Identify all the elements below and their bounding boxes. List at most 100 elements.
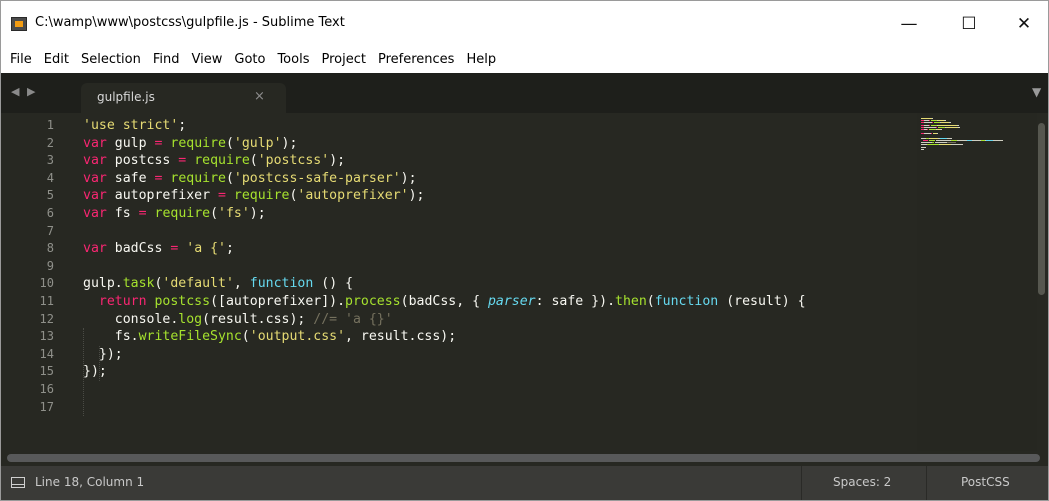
minimap-segment: [950, 144, 964, 146]
code-token: (result.css);: [202, 311, 314, 327]
code-token: ([autoprefixer]).: [210, 293, 346, 309]
code-token: 'gulp': [233, 135, 282, 151]
code-token: var: [83, 153, 107, 169]
code-token: });: [83, 364, 107, 380]
sublime-text-app-icon: [11, 17, 27, 31]
code-token: 'default': [162, 276, 234, 292]
minimap-segment: [940, 129, 942, 130]
menu-file[interactable]: File: [4, 52, 38, 67]
vertical-scrollbar[interactable]: [1038, 123, 1045, 295]
menu-selection[interactable]: Selection: [75, 52, 147, 67]
code-token: (: [249, 153, 258, 169]
code-line[interactable]: 'use strict';: [83, 117, 913, 135]
code-token: task: [122, 276, 155, 292]
code-token: function: [654, 293, 719, 309]
code-line[interactable]: });: [83, 363, 913, 381]
line-number: 12: [39, 311, 54, 326]
code-line[interactable]: [83, 223, 913, 241]
menu-tools[interactable]: Tools: [271, 52, 315, 67]
line-number: 7: [46, 223, 54, 238]
horizontal-scrollbar[interactable]: [7, 454, 1040, 462]
code-line[interactable]: [83, 381, 913, 399]
code-token: var: [83, 205, 107, 221]
minimap-segment: [934, 142, 948, 144]
code-line[interactable]: var fs = require('fs');: [83, 205, 913, 223]
minimap-segment: [921, 142, 932, 144]
line-number: 11: [39, 294, 54, 308]
code-token: );: [249, 205, 266, 221]
menu-view[interactable]: View: [186, 52, 229, 67]
maximize-button[interactable]: ☐: [946, 9, 992, 39]
code-token: , result.css);: [345, 329, 457, 345]
code-line[interactable]: fs.writeFileSync('output.css', result.cs…: [83, 328, 913, 346]
code-line[interactable]: var autoprefixer = require('autoprefixer…: [83, 187, 913, 205]
code-line[interactable]: console.log(result.css); //= 'a {}': [83, 311, 913, 329]
code-line[interactable]: var postcss = require('postcss');: [83, 152, 913, 170]
code-line[interactable]: [83, 399, 913, 417]
code-line[interactable]: var badCss = 'a {';: [83, 240, 913, 258]
minimap-segment: [993, 140, 1004, 141]
code-line[interactable]: return postcss([autoprefixer]).process(b…: [83, 293, 913, 311]
code-token: require: [170, 135, 226, 151]
code-editor[interactable]: 1 2 3 4 5 6 7 8 9 10 11 12 13 14 15 16 17 'use strict'; v…: [1, 113, 1048, 451]
window-title: C:\wamp\www\postcss\gulpfile.js - Sublim…: [35, 15, 345, 30]
code-token: (: [241, 329, 250, 345]
menu-project[interactable]: Project: [315, 52, 371, 67]
minimize-button[interactable]: —: [886, 9, 932, 39]
minimap-segment: [945, 126, 959, 128]
minimap[interactable]: [917, 113, 1037, 451]
line-number: 15: [39, 364, 54, 379]
minimap-segment: [938, 124, 958, 126]
code-token: gulp: [106, 135, 155, 151]
minimap-segment: [930, 137, 939, 139]
code-line[interactable]: var gulp = require('gulp');: [83, 135, 913, 153]
code-line[interactable]: gulp.task('default', function () {: [83, 275, 913, 293]
menu-find[interactable]: Find: [147, 52, 186, 67]
horizontal-scroll-track: [1, 451, 1048, 466]
minimap-segment: [927, 129, 929, 130]
line-number-gutter: 1 2 3 4 5 6 7 8 9 10 11 12 13 14 15 16 17: [1, 113, 63, 451]
code-area[interactable]: 'use strict'; var gulp = require('gulp');…: [83, 117, 913, 437]
syntax-selector[interactable]: PostCSS: [961, 475, 1010, 489]
code-token: function: [249, 276, 314, 292]
code-line[interactable]: var safe = require('postcss-safe-parser'…: [83, 170, 913, 188]
code-token: badCss: [106, 241, 171, 257]
code-token: 'autoprefixer': [297, 188, 409, 204]
line-number: 13: [39, 329, 54, 344]
code-line[interactable]: [83, 258, 913, 276]
code-token: : safe }).: [535, 293, 616, 309]
code-token: postcss: [154, 293, 211, 309]
tab-list-dropdown-icon[interactable]: ▼: [1032, 85, 1041, 99]
tab-close-icon[interactable]: ×: [254, 89, 265, 104]
minimap-segment: [947, 137, 952, 139]
code-token: (result) {: [718, 293, 806, 309]
code-token: fs: [106, 205, 139, 221]
line-number: 6: [46, 206, 54, 220]
menu-edit[interactable]: Edit: [38, 52, 75, 67]
code-token: ,: [233, 276, 250, 292]
code-token: });: [83, 346, 123, 362]
code-line[interactable]: });: [83, 346, 913, 364]
code-token: 'use strict': [83, 118, 179, 133]
minimap-segment: [931, 122, 933, 124]
line-number: 5: [46, 188, 54, 203]
menu-preferences[interactable]: Preferences: [372, 52, 460, 67]
indentation-setting[interactable]: Spaces: 2: [833, 475, 891, 489]
close-window-button[interactable]: ✕: [1001, 9, 1047, 39]
panel-toggle-icon[interactable]: [11, 477, 25, 488]
menu-help[interactable]: Help: [460, 52, 502, 67]
tab-gulpfile[interactable]: gulpfile.js ×: [81, 83, 286, 113]
code-token: parser: [487, 293, 536, 309]
tab-nav-arrows-icon[interactable]: ◀ ▶: [11, 85, 37, 98]
line-number: 14: [39, 346, 54, 361]
minimap-segment: [958, 126, 960, 128]
line-number: 2: [46, 135, 54, 150]
minimap-segment: [957, 140, 967, 141]
code-token: safe: [106, 170, 155, 186]
code-token: 'postcss': [257, 153, 330, 169]
code-token: (: [225, 135, 234, 151]
menu-goto[interactable]: Goto: [228, 52, 271, 67]
